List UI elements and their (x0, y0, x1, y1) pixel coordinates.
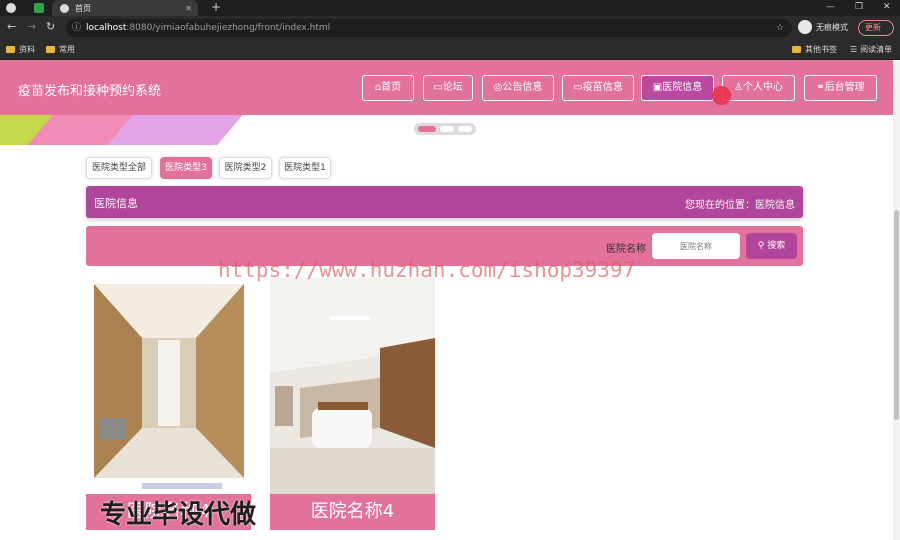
back-icon[interactable]: ← (7, 21, 16, 33)
forum-icon: ▭ (433, 82, 443, 93)
nav-admin[interactable]: ⚭后台管理 (804, 75, 877, 101)
page-title: 医院信息 (94, 197, 138, 210)
reading-list[interactable]: ☰ 阅读清单 (850, 44, 892, 55)
hospital-icon: ▣ (652, 82, 663, 93)
hospital-card[interactable]: 医院名称4 (270, 278, 435, 530)
nav-label: 公告信息 (502, 82, 543, 93)
forward-icon[interactable]: → (27, 21, 36, 33)
incognito-icon (798, 20, 812, 34)
hospital-name: 医院名称4 (270, 494, 435, 530)
address-row: ← → ↻ ⓘ localhost:8080/yimiaofabuhejiezh… (0, 16, 900, 40)
carousel-dot[interactable] (440, 126, 454, 132)
filter-type-all[interactable]: 医院类型全部 (86, 157, 152, 179)
search-button[interactable]: ⚲ 搜索 (746, 233, 797, 259)
reload-icon[interactable]: ↻ (46, 21, 55, 33)
nav-user-center[interactable]: ♙个人中心 (722, 75, 795, 101)
url-bar[interactable]: ⓘ localhost:8080/yimiaofabuhejiezhong/fr… (66, 19, 792, 37)
nav-label: 论坛 (442, 82, 463, 93)
star-icon[interactable]: ☆ (776, 19, 784, 37)
search-input[interactable] (652, 233, 740, 259)
bookmark-label: 资料 (19, 45, 35, 54)
carousel-dot[interactable] (458, 126, 472, 132)
bookmark-label: 常用 (59, 45, 75, 54)
url-path: :8080/yimiaofabuhejiezhong/front/index.h… (126, 23, 331, 33)
globe-icon (60, 3, 69, 13)
nav-forum[interactable]: ▭论坛 (423, 75, 473, 101)
hospital-image (270, 278, 435, 494)
folder-icon (6, 46, 15, 53)
minimize-icon[interactable]: — (826, 2, 835, 12)
nav-label: 后台管理 (824, 82, 865, 93)
filter-type-1[interactable]: 医院类型1 (279, 157, 331, 179)
url-host: localhost (86, 23, 127, 33)
location-text: 您现在的位置：医院信息 (685, 200, 795, 211)
bookmark-item[interactable]: 其他书签 (792, 44, 837, 55)
bookmark-item[interactable]: 常用 (46, 44, 75, 55)
search-button-label: 搜索 (767, 241, 786, 251)
corridor-image (86, 278, 251, 494)
nav-vaccine[interactable]: ▭疫苗信息 (562, 75, 634, 101)
site-title: 疫苗发布和接种预约系统 (18, 84, 162, 99)
globe-icon (6, 3, 16, 13)
new-tab-icon[interactable]: + (211, 0, 221, 14)
filter-type-3[interactable]: 医院类型3 (160, 157, 212, 179)
close-window-icon[interactable]: ✕ (883, 2, 891, 12)
restore-icon[interactable]: ❐ (855, 2, 863, 12)
nav-hospital[interactable]: ▣医院信息 (641, 75, 714, 101)
filter-label: 医院类型全部 (91, 163, 146, 173)
filter-label: 医院类型1 (284, 163, 326, 173)
folder-icon (46, 46, 55, 53)
vaccine-icon: ▭ (573, 82, 583, 93)
bookmark-label: 阅读清单 (860, 45, 893, 54)
search-icon: ⚲ (757, 241, 765, 251)
user-icon: ♙ (734, 82, 743, 93)
bookmark-label: 其他书签 (805, 45, 837, 54)
incognito-indicator[interactable]: 无痕模式 (798, 20, 848, 34)
nav-label: 首页 (381, 82, 402, 93)
filter-type-2[interactable]: 医院类型2 (219, 157, 272, 179)
site-header: 疫苗发布和接种预约系统 ⌂首页 ▭论坛 ◎公告信息 ▭疫苗信息 ▣医院信息 ♙个… (0, 60, 900, 115)
cursor-indicator (712, 86, 731, 105)
link-icon: ⚭ (816, 82, 825, 93)
info-icon[interactable]: ⓘ (72, 19, 81, 37)
nav-label: 疫苗信息 (582, 82, 623, 93)
update-button[interactable]: 更新 (858, 20, 894, 36)
incognito-label: 无痕模式 (816, 22, 848, 32)
carousel-dots (414, 123, 476, 135)
nav-notice[interactable]: ◎公告信息 (482, 75, 554, 101)
breadcrumb: 医院信息 您现在的位置：医院信息 (86, 186, 803, 218)
filter-label: 医院类型3 (165, 163, 207, 173)
tab-title: 首页 (75, 3, 91, 13)
folder-icon (792, 46, 801, 53)
banner-stripe (107, 115, 243, 145)
scrollbar[interactable] (893, 60, 900, 540)
nav-label: 个人中心 (742, 82, 783, 93)
watermark-text: 专业毕设代做 (100, 500, 257, 530)
app-icon[interactable] (34, 3, 44, 13)
watermark-url: https://www.huzhan.com/ishop39397 (218, 258, 636, 282)
search-label: 医院名称 (606, 244, 646, 255)
carousel-dot[interactable] (418, 126, 436, 132)
hospital-card[interactable]: 医院名称4 (86, 278, 251, 530)
update-label: 更新 (865, 23, 881, 32)
bookmark-item[interactable]: 资料 (6, 44, 35, 55)
bookmarks-bar: 资料 常用 其他书签 ☰ 阅读清单 (0, 40, 900, 60)
close-tab-icon[interactable]: ✕ (185, 4, 192, 13)
scroll-thumb[interactable] (894, 210, 899, 420)
hospital-image (86, 278, 251, 494)
nav-home[interactable]: ⌂首页 (362, 75, 414, 101)
tab-home[interactable]: 首页 ✕ (52, 0, 198, 16)
nav-label: 医院信息 (662, 82, 703, 93)
filter-label: 医院类型2 (224, 163, 267, 173)
reception-image (270, 278, 435, 494)
browser-tab-strip: 首页 ✕ + — ❐ ✕ (0, 0, 900, 16)
reading-list-icon: ☰ (850, 45, 858, 54)
